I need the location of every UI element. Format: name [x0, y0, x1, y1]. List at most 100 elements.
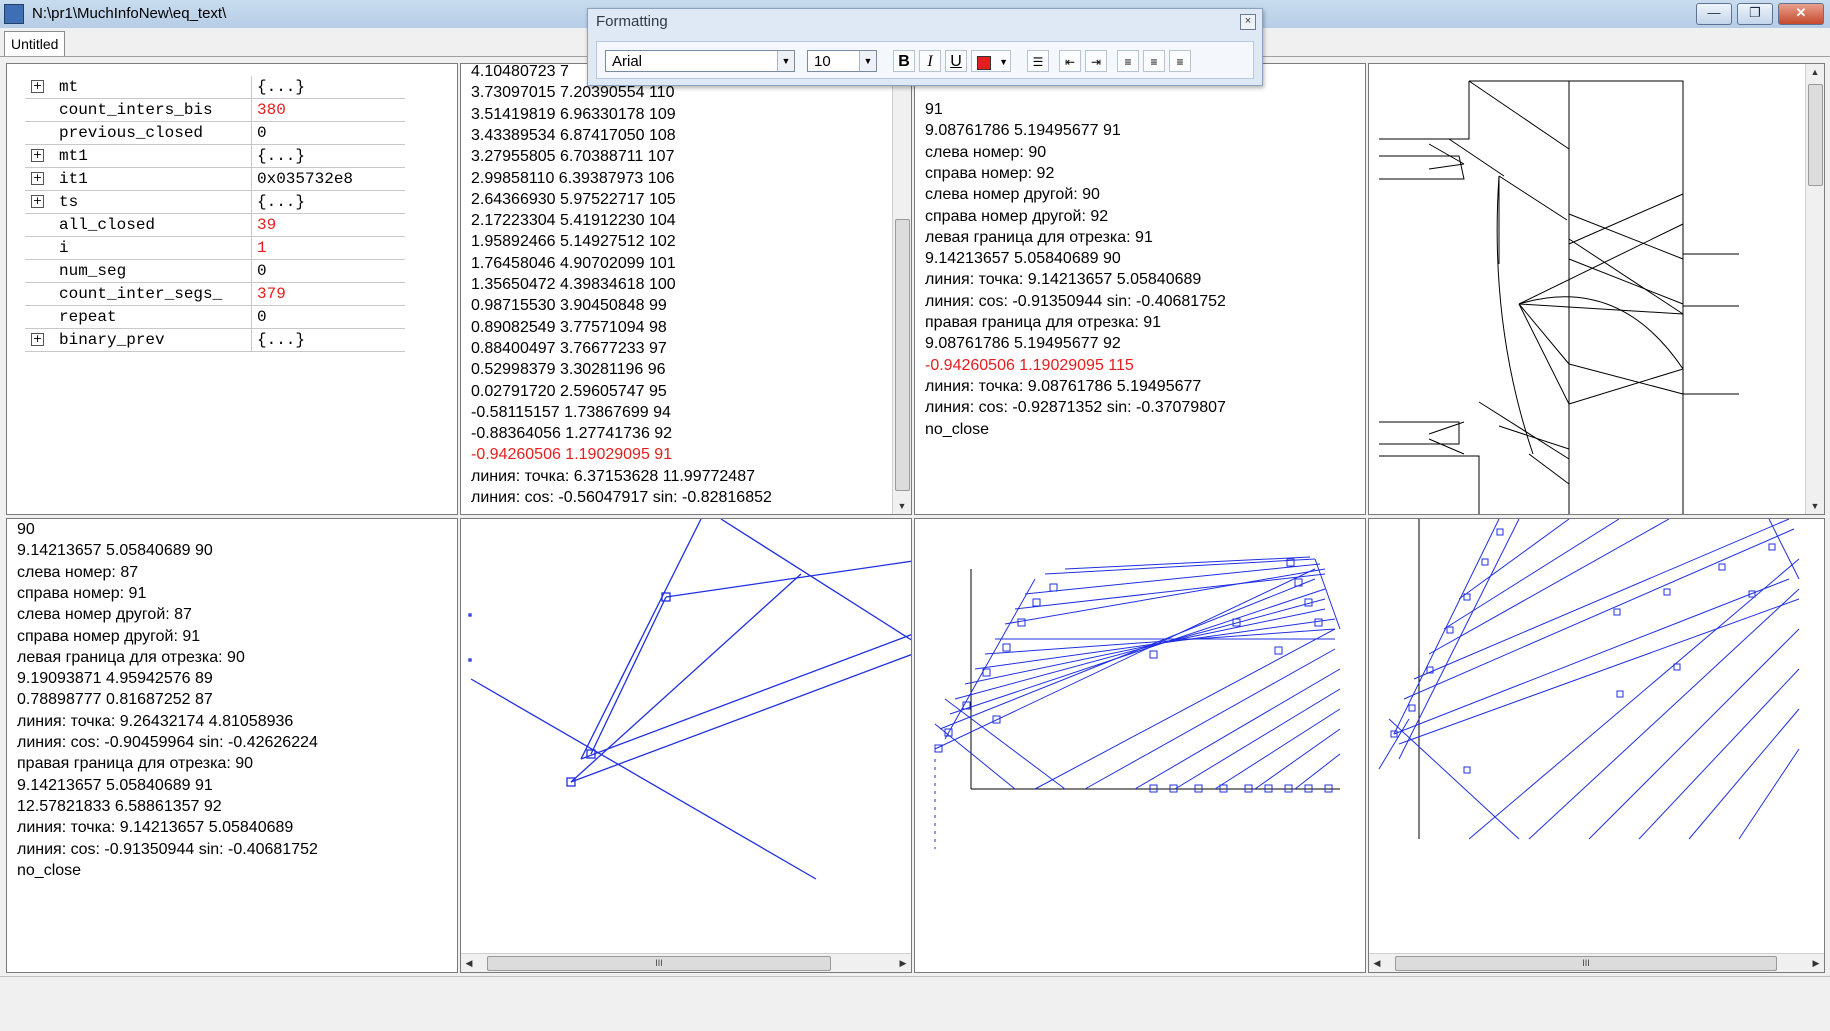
plot-line	[1468, 558, 1800, 840]
watch-var-name: count_inter_segs_	[59, 285, 223, 303]
align-right-icon[interactable]: ≡	[1169, 50, 1191, 72]
watch-row[interactable]: + binary_prev {...}	[25, 329, 405, 352]
text-line: справа номер: 91	[17, 584, 147, 602]
plot-vertex	[1613, 608, 1621, 616]
watch-row[interactable]: + it1 0x035732e8	[25, 168, 405, 191]
plot-line	[665, 560, 911, 598]
watch-row[interactable]: num_seg 0	[25, 260, 405, 283]
restore-button[interactable]: ❐	[1737, 3, 1773, 25]
watch-pane[interactable]: + mt {...} count_inters_bis 380 previous_clos…	[6, 63, 458, 515]
align-left-icon[interactable]: ≡	[1117, 50, 1139, 72]
formatting-toolbar-window[interactable]: Formatting × Arial ▼ 10 ▼ B I U ▼ ☰ ⇤ ⇥ …	[587, 8, 1263, 86]
watch-var-name: count_inters_bis	[59, 101, 213, 119]
info-bottom-pane[interactable]: 90 9.14213657 5.05840689 90 слева номер: 8…	[6, 518, 458, 973]
watch-row[interactable]: + ts {...}	[25, 191, 405, 214]
scroll-thumb[interactable]: III	[487, 956, 831, 971]
watch-row[interactable]: all_closed 39	[25, 214, 405, 237]
expand-plus-icon[interactable]: +	[31, 195, 44, 208]
outline-left-lower	[1379, 455, 1480, 514]
bold-icon[interactable]: B	[893, 50, 915, 72]
formatting-toolbar: Arial ▼ 10 ▼ B I U ▼ ☰ ⇤ ⇥ ≡ ≡ ≡	[596, 41, 1254, 79]
watch-row[interactable]: count_inter_segs_ 379	[25, 283, 405, 306]
status-bar	[0, 976, 1830, 1031]
expand-plus-icon[interactable]: +	[31, 172, 44, 185]
scroll-down-arrow-icon[interactable]: ▼	[893, 498, 911, 514]
plot-line	[1254, 728, 1341, 790]
text-line: линия: точка: 6.37153628 11.99772487	[471, 467, 755, 485]
chevron-down-icon[interactable]: ▼	[859, 51, 876, 71]
coords-pane[interactable]: 4.10480723 7 3.73097015 7.20390554 110 3.5…	[460, 63, 912, 515]
minimize-button[interactable]: —	[1696, 3, 1732, 25]
underline-icon[interactable]: U	[945, 50, 967, 72]
text-line: справа номер другой: 91	[17, 627, 201, 645]
scroll-down-arrow-icon[interactable]: ▼	[1806, 498, 1824, 514]
plot-vertex	[1446, 626, 1454, 634]
scroll-up-arrow-icon[interactable]: ▲	[1806, 64, 1824, 80]
plot-line	[1398, 598, 1800, 745]
plot-line	[1004, 568, 1326, 625]
watch-var-name: it1	[59, 170, 88, 188]
info-top-pane[interactable]: 91 9.08761786 5.19495677 91 слева номер: 9…	[914, 63, 1366, 515]
plot-vertex	[1002, 643, 1011, 652]
font-color-button[interactable]: ▼	[971, 50, 1011, 72]
plot-vertex	[468, 613, 472, 617]
geometry-view-pane[interactable]: ▲ ▼	[1368, 63, 1825, 515]
text-line: 3.51419819 6.96330178 109	[471, 105, 676, 123]
scroll-right-arrow-icon[interactable]: ▶	[1808, 954, 1824, 972]
scroll-left-arrow-icon[interactable]: ◀	[1369, 954, 1385, 972]
watch-var-name: num_seg	[59, 262, 127, 280]
watch-var-name: all_closed	[59, 216, 156, 234]
plot-vertex	[1481, 558, 1489, 566]
close-button[interactable]: ✕	[1778, 3, 1824, 25]
tab-untitled[interactable]: Untitled	[4, 31, 66, 56]
increase-indent-icon[interactable]: ⇥	[1085, 50, 1107, 72]
plot-view-b-pane[interactable]	[914, 518, 1366, 973]
coords-vertical-scrollbar[interactable]: ▲ ▼	[892, 64, 911, 514]
watch-var-name: mt1	[59, 147, 88, 165]
watch-row[interactable]: + mt1 {...}	[25, 145, 405, 168]
chevron-down-icon[interactable]: ▼	[777, 51, 794, 71]
text-line: 2.99858110 6.39387973 106	[471, 169, 675, 187]
text-line: 1.35650472 4.39834618 100	[471, 276, 676, 293]
edge-line	[1498, 425, 1570, 450]
plot-view-c-pane[interactable]: ◀ III ▶	[1368, 518, 1825, 973]
text-line: 2.64366930 5.97522717 105	[471, 190, 676, 208]
plot-c-drawing	[1378, 519, 1800, 840]
scroll-thumb[interactable]	[895, 219, 910, 491]
expand-plus-icon[interactable]: +	[31, 80, 44, 93]
bullet-list-icon[interactable]: ☰	[1027, 50, 1049, 72]
watch-row[interactable]: + mt {...}	[25, 76, 405, 99]
column-divider	[251, 283, 252, 305]
watch-row[interactable]: previous_closed 0	[25, 122, 405, 145]
formatting-close-button[interactable]: ×	[1240, 14, 1256, 30]
scroll-thumb[interactable]	[1808, 84, 1823, 186]
expand-plus-icon[interactable]: +	[31, 333, 44, 346]
plot-a-horizontal-scrollbar[interactable]: ◀ III ▶	[461, 953, 911, 972]
column-divider	[251, 237, 252, 259]
font-size-select[interactable]: 10 ▼	[807, 50, 877, 72]
geometry-vertical-scrollbar[interactable]: ▲ ▼	[1805, 64, 1824, 514]
scroll-thumb[interactable]: III	[1395, 956, 1777, 971]
watch-var-name: repeat	[59, 308, 117, 326]
plot-vertex	[1274, 646, 1283, 655]
scroll-left-arrow-icon[interactable]: ◀	[461, 954, 477, 972]
plot-view-a-pane[interactable]: ◀ III ▶	[460, 518, 912, 973]
decrease-indent-icon[interactable]: ⇤	[1059, 50, 1081, 72]
outline-top	[1469, 80, 1684, 146]
scroll-right-arrow-icon[interactable]: ▶	[895, 954, 911, 972]
app-icon	[4, 4, 24, 24]
font-family-select[interactable]: Arial ▼	[605, 50, 795, 72]
expand-plus-icon[interactable]: +	[31, 149, 44, 162]
align-center-icon[interactable]: ≡	[1143, 50, 1165, 72]
plot-vertex	[1718, 563, 1726, 571]
plot-vertex	[1049, 583, 1058, 592]
chevron-down-icon[interactable]: ▼	[999, 51, 1008, 73]
watch-row[interactable]: i1	[25, 237, 405, 260]
plot-c-horizontal-scrollbar[interactable]: ◀ III ▶	[1369, 953, 1824, 972]
plot-line	[1064, 556, 1311, 570]
edge-line	[1468, 80, 1570, 150]
plot-vertex	[1408, 704, 1416, 712]
watch-row[interactable]: repeat 0	[25, 306, 405, 329]
watch-row[interactable]: count_inters_bis 380	[25, 99, 405, 122]
italic-icon[interactable]: I	[919, 50, 941, 72]
